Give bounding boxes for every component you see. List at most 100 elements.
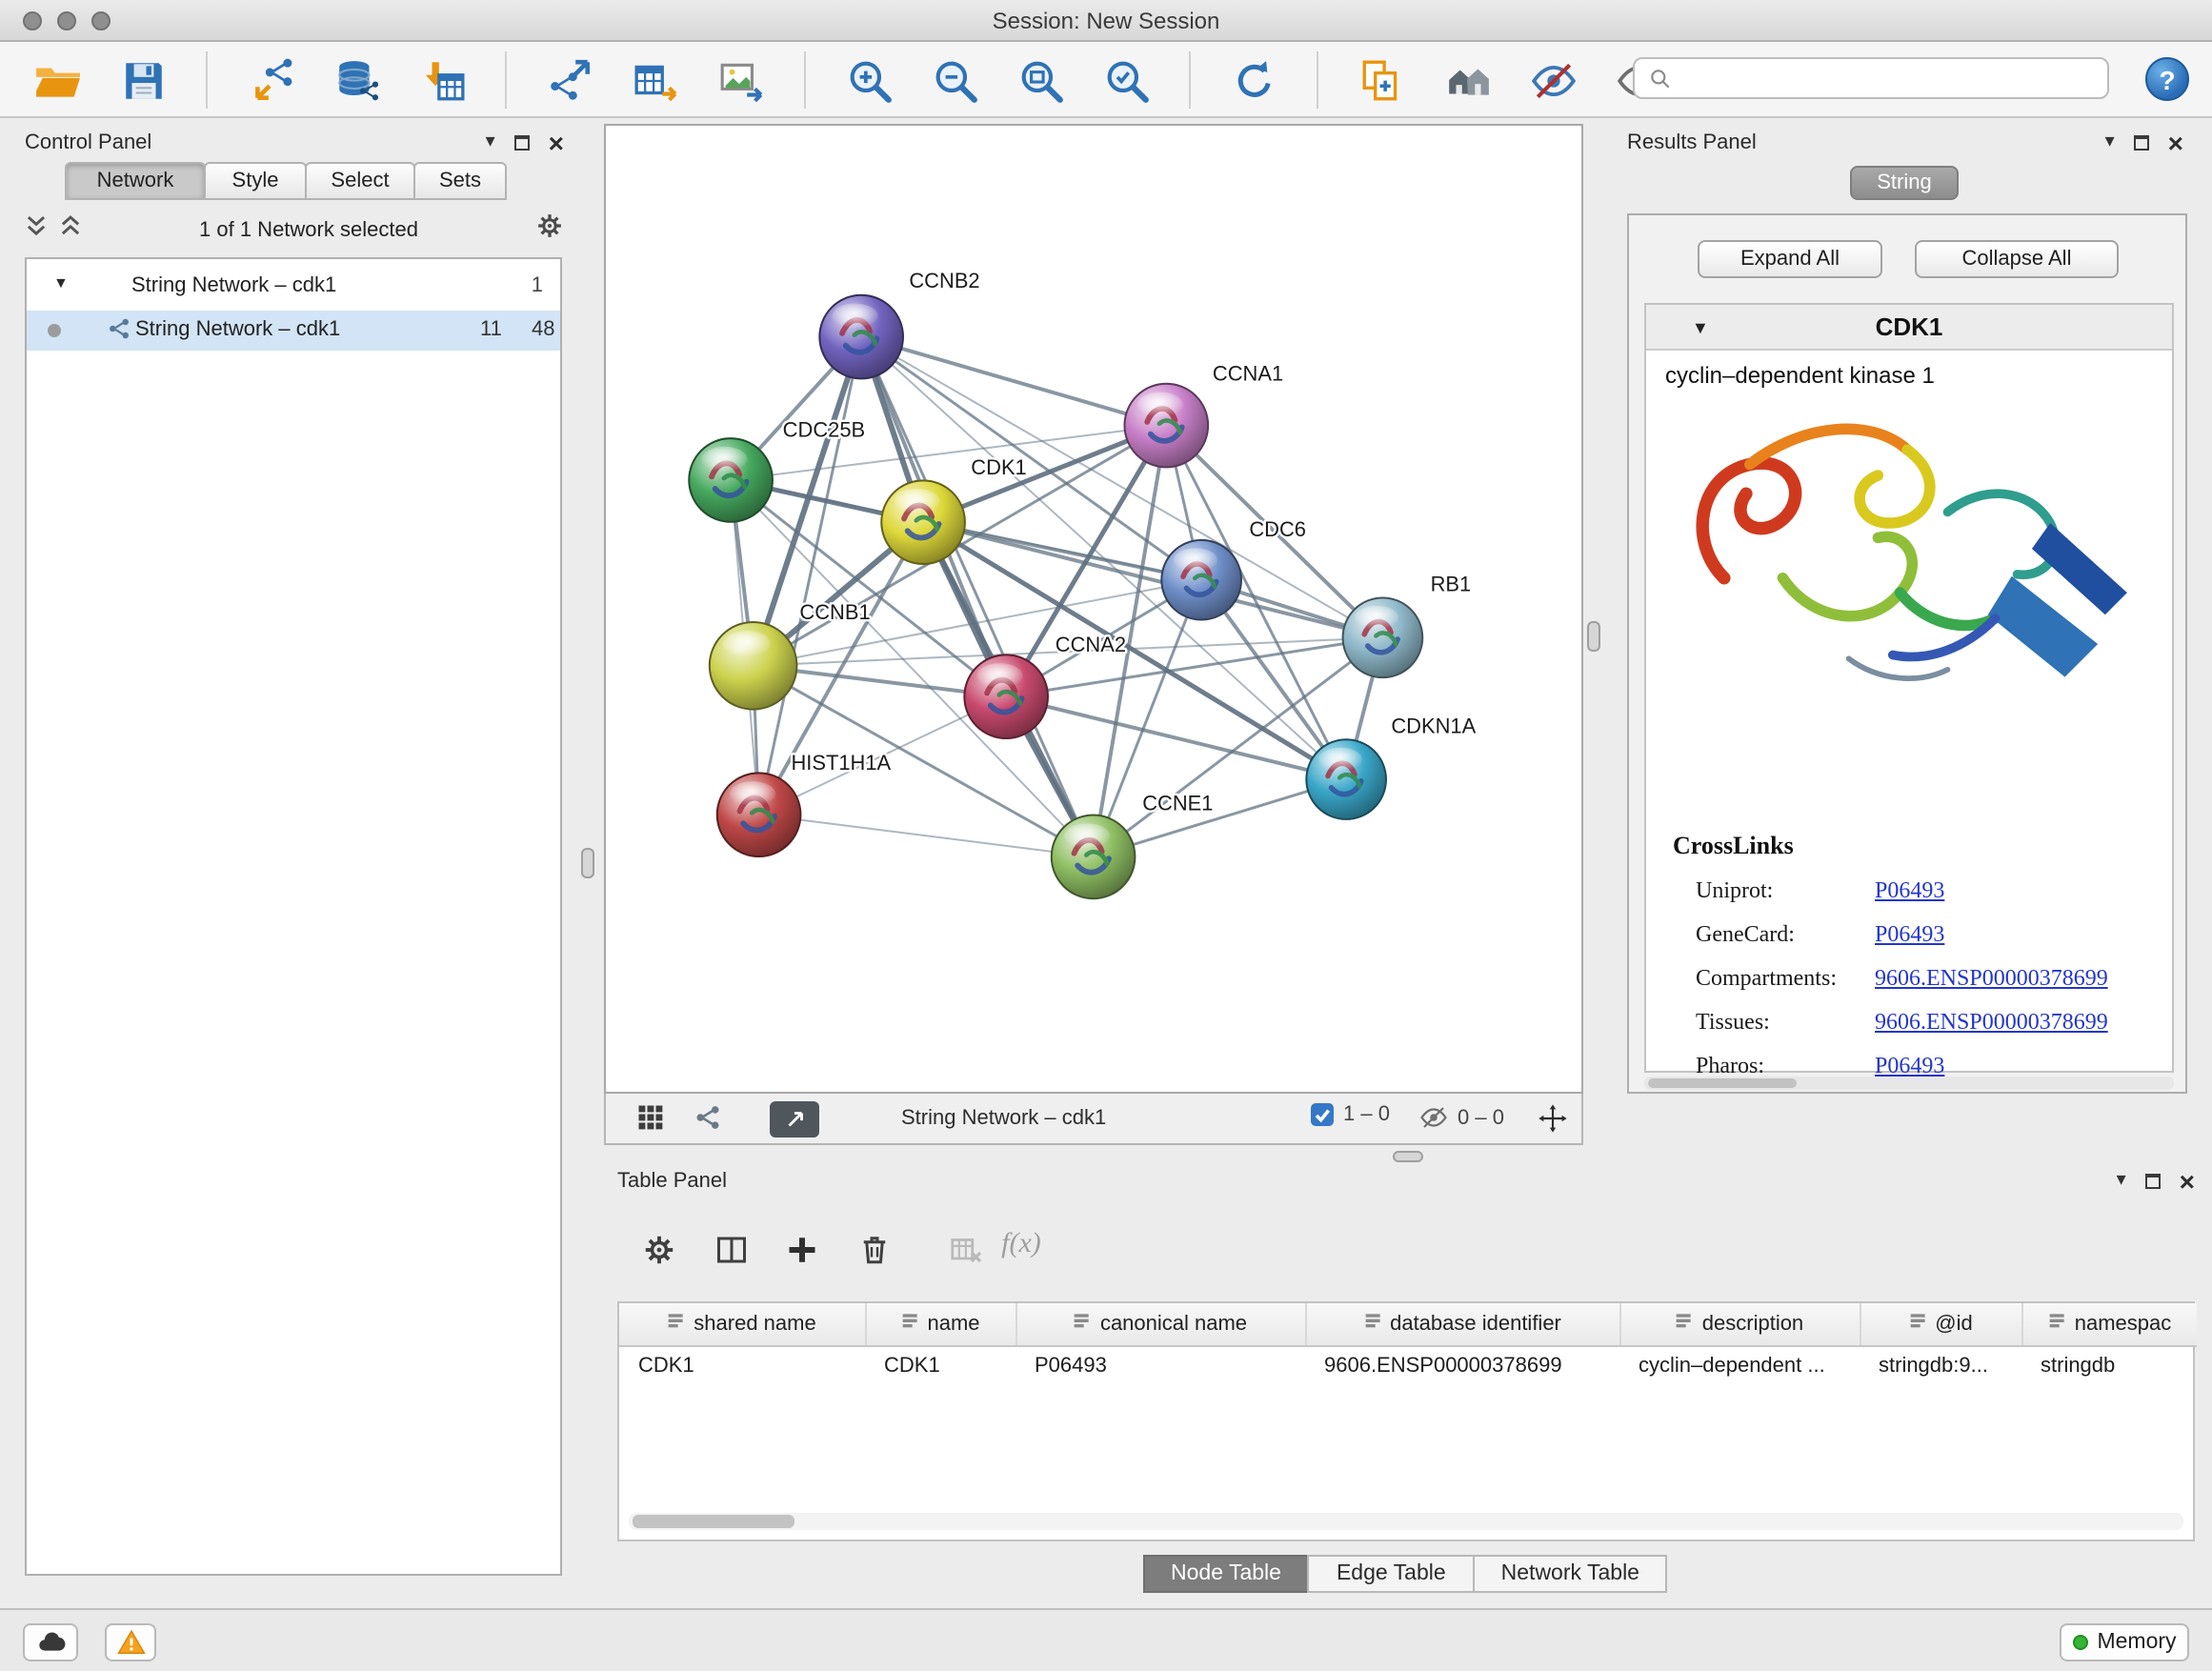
control-panel-title: Control Panel	[25, 131, 151, 154]
protein-symbol: CDK1	[1646, 312, 2172, 341]
left-splitter-handle[interactable]	[581, 848, 594, 878]
crosslink-label: Tissues:	[1696, 1008, 1770, 1037]
network-edge[interactable]	[861, 337, 1166, 426]
zoom-fit-icon[interactable]	[1014, 53, 1067, 107]
column-header-namespac[interactable]: namespac	[2021, 1303, 2197, 1345]
toolbar-separator	[505, 51, 507, 109]
eye-slash-icon[interactable]	[1419, 1103, 1448, 1132]
birdseye-view-icon[interactable]	[1440, 53, 1494, 107]
network-row-selected[interactable]: String Network – cdk1 11 48	[27, 311, 560, 351]
clone-network-icon[interactable]	[1355, 53, 1408, 107]
memory-status-dot	[2072, 1635, 2087, 1650]
right-splitter-handle[interactable]	[1587, 621, 1600, 652]
tab-select[interactable]: Select	[305, 162, 415, 200]
network-node-label: CCNE1	[1142, 792, 1213, 815]
tab-edge-table[interactable]: Edge Table	[1308, 1555, 1475, 1593]
network-edge[interactable]	[861, 337, 1093, 857]
table-panel-close-icon[interactable]: ×	[2180, 1170, 2195, 1193]
table-scrollbar-thumb[interactable]	[633, 1515, 794, 1528]
results-panel-maximize-icon[interactable]	[2134, 135, 2149, 151]
node-table[interactable]: shared namenamecanonical namedatabase id…	[619, 1303, 2197, 1385]
import-network-database-icon[interactable]	[330, 53, 383, 107]
network-edge[interactable]	[759, 815, 1094, 856]
tab-string[interactable]: String	[1850, 166, 1959, 200]
help-button[interactable]: ?	[2145, 57, 2189, 101]
network-list-icon[interactable]	[694, 1103, 722, 1132]
birdseye-toggle-button[interactable]	[770, 1101, 819, 1137]
edge-count: 48	[532, 318, 555, 341]
tab-network[interactable]: Network	[65, 162, 206, 200]
export-network-icon[interactable]	[543, 53, 596, 107]
expand-all-button[interactable]: Expand All	[1698, 240, 1882, 278]
export-image-icon[interactable]	[714, 53, 768, 107]
table-panel-float-icon[interactable]: ▾	[2117, 1172, 2126, 1191]
column-header--id[interactable]: @id	[1860, 1303, 2021, 1345]
tab-node-table[interactable]: Node Table	[1142, 1555, 1310, 1593]
tab-style[interactable]: Style	[204, 162, 307, 200]
add-column-icon[interactable]	[779, 1227, 825, 1273]
column-header-canonical-name[interactable]: canonical name	[1016, 1303, 1305, 1345]
cloud-button[interactable]	[23, 1623, 78, 1661]
tab-sets[interactable]: Sets	[413, 162, 507, 200]
import-network-file-icon[interactable]	[244, 53, 297, 107]
network-edge[interactable]	[759, 337, 862, 815]
table-horizontal-scrollbar[interactable]	[629, 1513, 2183, 1530]
search-input[interactable]	[1682, 67, 2107, 90]
export-table-icon[interactable]	[629, 53, 682, 107]
refresh-icon[interactable]	[1227, 53, 1280, 107]
network-canvas[interactable]: CCNB2CCNA1CDC25BCDK1CDC6RB1CCNB1CCNA2CDK…	[604, 124, 1583, 1094]
crosslink-value-link[interactable]: P06493	[1875, 920, 1944, 949]
zoom-in-icon[interactable]	[842, 53, 895, 107]
memory-label: Memory	[2097, 1631, 2176, 1654]
table-row[interactable]: CDK1CDK1P064939606.ENSP00000378699cyclin…	[619, 1345, 2197, 1385]
tree-expand-icon[interactable]: ▼	[53, 274, 69, 292]
zoom-selected-icon[interactable]	[1099, 53, 1153, 107]
network-graph[interactable]: CCNB2CCNA1CDC25BCDK1CDC6RB1CCNB1CCNA2CDK…	[606, 126, 1581, 1092]
network-collection-row[interactable]: ▼ String Network – cdk1 1	[27, 271, 560, 305]
memory-button[interactable]: Memory	[2060, 1623, 2189, 1661]
table-panel-maximize-icon[interactable]	[2145, 1174, 2161, 1189]
gear-icon[interactable]	[535, 211, 564, 250]
crosslink-row: Compartments: 9606.ENSP00000378699	[1646, 964, 2172, 1002]
checkbox-icon[interactable]	[1311, 1103, 1334, 1126]
expand-all-tree-icon[interactable]	[59, 213, 82, 248]
grid-view-icon[interactable]	[636, 1103, 665, 1132]
table-gear-icon[interactable]	[636, 1227, 682, 1273]
results-panel-float-icon[interactable]: ▾	[2105, 133, 2115, 152]
save-session-icon[interactable]	[116, 53, 170, 107]
crosslink-label: Compartments:	[1696, 964, 1837, 993]
control-panel-float-icon[interactable]: ▾	[486, 133, 495, 152]
protein-section-header[interactable]: ▼ CDK1	[1646, 305, 2172, 351]
table-tabs: Node TableEdge TableNetwork Table	[617, 1555, 2195, 1593]
fit-content-icon[interactable]	[1538, 1103, 1568, 1134]
results-panel-close-icon[interactable]: ×	[2168, 131, 2183, 154]
control-panel-close-icon[interactable]: ×	[549, 131, 564, 154]
import-table-file-icon[interactable]	[415, 53, 469, 107]
network-node-label: CDK1	[971, 455, 1026, 479]
collapse-all-tree-icon[interactable]	[25, 213, 48, 248]
column-header-database-identifier[interactable]: database identifier	[1305, 1303, 1619, 1345]
bottom-splitter-handle[interactable]	[1393, 1151, 1423, 1162]
diagonal-arrow-icon	[782, 1107, 807, 1132]
tab-network-table[interactable]: Network Table	[1473, 1555, 1668, 1593]
toolbar-separator	[1189, 51, 1191, 109]
control-panel-maximize-icon[interactable]	[514, 135, 530, 151]
crosslink-value-link[interactable]: P06493	[1875, 876, 1944, 905]
collapse-all-button[interactable]: Collapse All	[1915, 240, 2119, 278]
column-header-name[interactable]: name	[865, 1303, 1016, 1345]
delete-column-icon[interactable]	[852, 1227, 897, 1273]
scrollbar-thumb[interactable]	[1648, 1078, 1797, 1088]
show-columns-icon[interactable]	[709, 1227, 754, 1273]
network-node-label: CDC25B	[783, 417, 865, 441]
crosslink-value-link[interactable]: 9606.ENSP00000378699	[1875, 964, 2108, 993]
zoom-out-icon[interactable]	[928, 53, 981, 107]
node-table-container: shared namenamecanonical namedatabase id…	[617, 1301, 2195, 1541]
crosslink-value-link[interactable]: 9606.ENSP00000378699	[1875, 1008, 2108, 1037]
open-session-icon[interactable]	[30, 53, 84, 107]
hide-panel-icon[interactable]	[1526, 53, 1579, 107]
column-header-description[interactable]: description	[1619, 1303, 1860, 1345]
warnings-button[interactable]	[105, 1623, 156, 1661]
crosslink-row: Tissues: 9606.ENSP00000378699	[1646, 1008, 2172, 1046]
column-header-shared-name[interactable]: shared name	[619, 1303, 865, 1345]
results-scrollbar[interactable]	[1644, 1077, 2174, 1090]
